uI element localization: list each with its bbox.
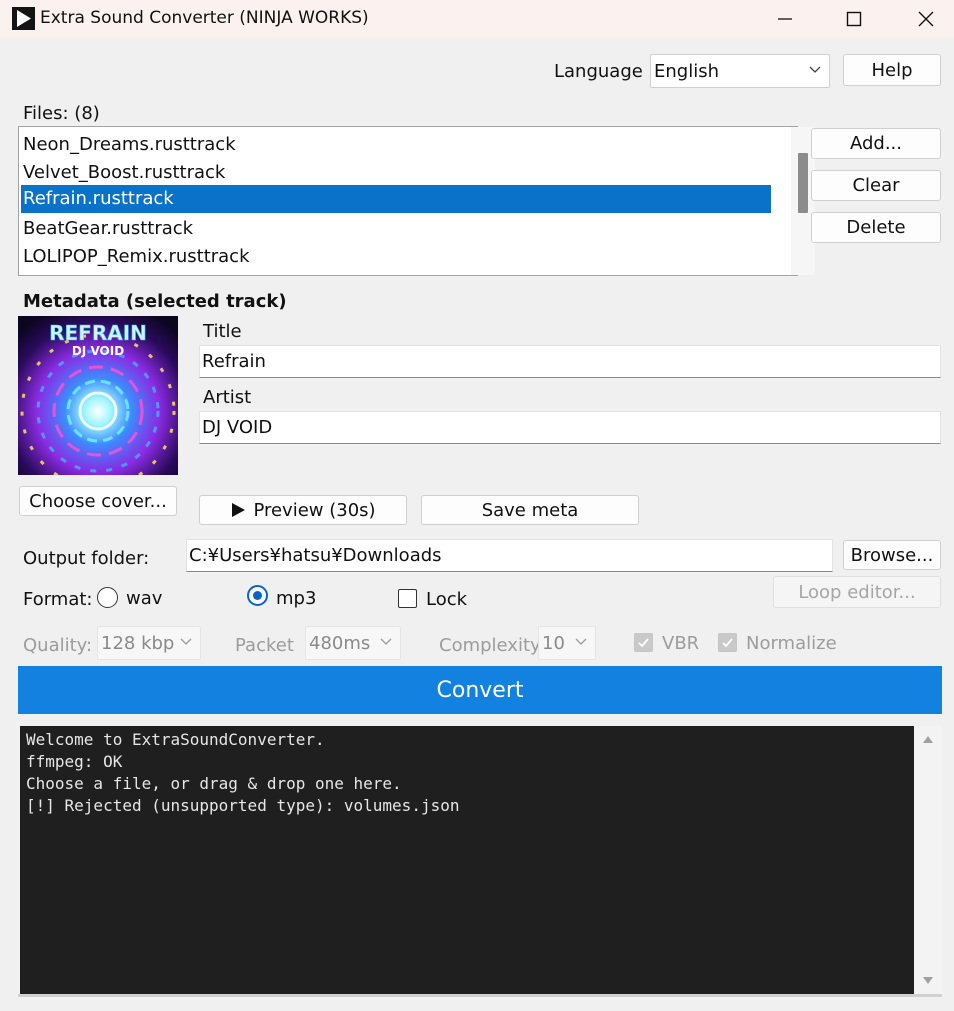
packet-label: Packet: [235, 635, 294, 656]
file-list-item[interactable]: LOLIPOP_Remix.rusttrack: [21, 243, 771, 271]
title-field[interactable]: Refrain: [199, 345, 941, 378]
complexity-label: Complexity: [439, 635, 541, 656]
minimize-icon[interactable]: [762, 0, 808, 38]
add-button[interactable]: Add...: [811, 128, 941, 159]
quality-label: Quality:: [23, 635, 93, 656]
format-wav-radio[interactable]: [97, 587, 118, 608]
help-button[interactable]: Help: [843, 54, 941, 86]
checkmark-icon: [638, 638, 649, 648]
format-mp3-radio[interactable]: [247, 585, 268, 606]
cover-artist-text: DJ VOID: [72, 344, 124, 358]
format-mp3-label: mp3: [276, 588, 317, 609]
play-icon: [232, 503, 246, 517]
file-list-item[interactable]: Neon_Dreams.rusttrack: [21, 131, 771, 159]
language-value: English: [654, 60, 719, 82]
browse-button[interactable]: Browse...: [843, 540, 941, 570]
normalize-checkbox[interactable]: [718, 633, 737, 652]
normalize-label: Normalize: [746, 633, 837, 654]
scroll-down-icon[interactable]: [922, 976, 934, 985]
preview-button[interactable]: Preview (30s): [199, 495, 407, 525]
window-title: Extra Sound Converter (NINJA WORKS): [40, 8, 369, 28]
format-wav-label: wav: [126, 588, 163, 609]
lock-label: Lock: [426, 589, 468, 610]
log-scrollbar[interactable]: [914, 726, 942, 994]
file-list-item-selected[interactable]: Refrain.rusttrack: [21, 185, 771, 213]
divider: [18, 994, 942, 997]
file-list-item[interactable]: BeatGear.rusttrack: [21, 215, 771, 243]
vbr-checkbox[interactable]: [634, 633, 653, 652]
file-list[interactable]: Neon_Dreams.rusttrack Velvet_Boost.rustt…: [18, 126, 815, 276]
complexity-select[interactable]: 10: [538, 626, 596, 660]
output-folder-field[interactable]: C:¥Users¥hatsu¥Downloads: [186, 539, 833, 572]
file-list-item[interactable]: Velvet_Boost.rusttrack: [21, 159, 771, 187]
title-bar: Extra Sound Converter (NINJA WORKS): [0, 0, 954, 38]
clear-button[interactable]: Clear: [811, 170, 941, 201]
log-line: ffmpeg: OK: [26, 752, 123, 771]
title-label: Title: [203, 321, 242, 342]
files-label: Files: (8): [23, 103, 100, 124]
delete-button[interactable]: Delete: [811, 212, 941, 243]
choose-cover-button[interactable]: Choose cover...: [19, 486, 177, 516]
scrollbar-thumb[interactable]: [798, 153, 808, 213]
vbr-label: VBR: [662, 633, 700, 654]
chevron-down-icon: [180, 638, 192, 645]
artist-field[interactable]: DJ VOID: [199, 411, 941, 444]
chevron-down-icon: [380, 638, 392, 645]
checkmark-icon: [722, 638, 733, 648]
complexity-value: 10: [542, 632, 565, 654]
preview-button-label: Preview (30s): [253, 499, 376, 521]
lock-checkbox[interactable]: [398, 589, 417, 608]
format-label: Format:: [23, 589, 93, 610]
log-line: [!] Rejected (unsupported type): volumes…: [26, 796, 460, 815]
log-line: Choose a file, or drag & drop one here.: [26, 774, 402, 793]
quality-select[interactable]: 128 kbp: [97, 626, 201, 660]
log-line: Welcome to ExtraSoundConverter.: [26, 730, 325, 749]
files-label-text: Files:: [23, 103, 69, 124]
metadata-heading: Metadata (selected track): [23, 291, 287, 312]
packet-select[interactable]: 480ms: [305, 626, 401, 660]
save-meta-button[interactable]: Save meta: [421, 495, 639, 525]
packet-value: 480ms: [309, 632, 371, 654]
loop-editor-button[interactable]: Loop editor...: [773, 576, 941, 608]
cover-title-text: REFRAIN: [49, 321, 147, 345]
chevron-down-icon: [809, 66, 821, 73]
quality-value: 128 kbp: [101, 632, 175, 654]
language-select[interactable]: English: [650, 54, 830, 88]
scroll-up-icon[interactable]: [922, 735, 934, 744]
log-output: Welcome to ExtraSoundConverter. ffmpeg: …: [20, 726, 914, 994]
close-icon[interactable]: [903, 0, 949, 38]
maximize-icon[interactable]: [831, 0, 877, 38]
app-icon: [12, 7, 35, 30]
chevron-down-icon: [575, 638, 587, 645]
convert-button[interactable]: Convert: [18, 666, 942, 714]
language-label: Language: [554, 61, 643, 82]
output-folder-label: Output folder:: [23, 548, 150, 569]
files-count: (8): [74, 103, 100, 124]
artist-label: Artist: [203, 387, 252, 408]
cover-image: REFRAIN DJ VOID: [18, 316, 178, 475]
